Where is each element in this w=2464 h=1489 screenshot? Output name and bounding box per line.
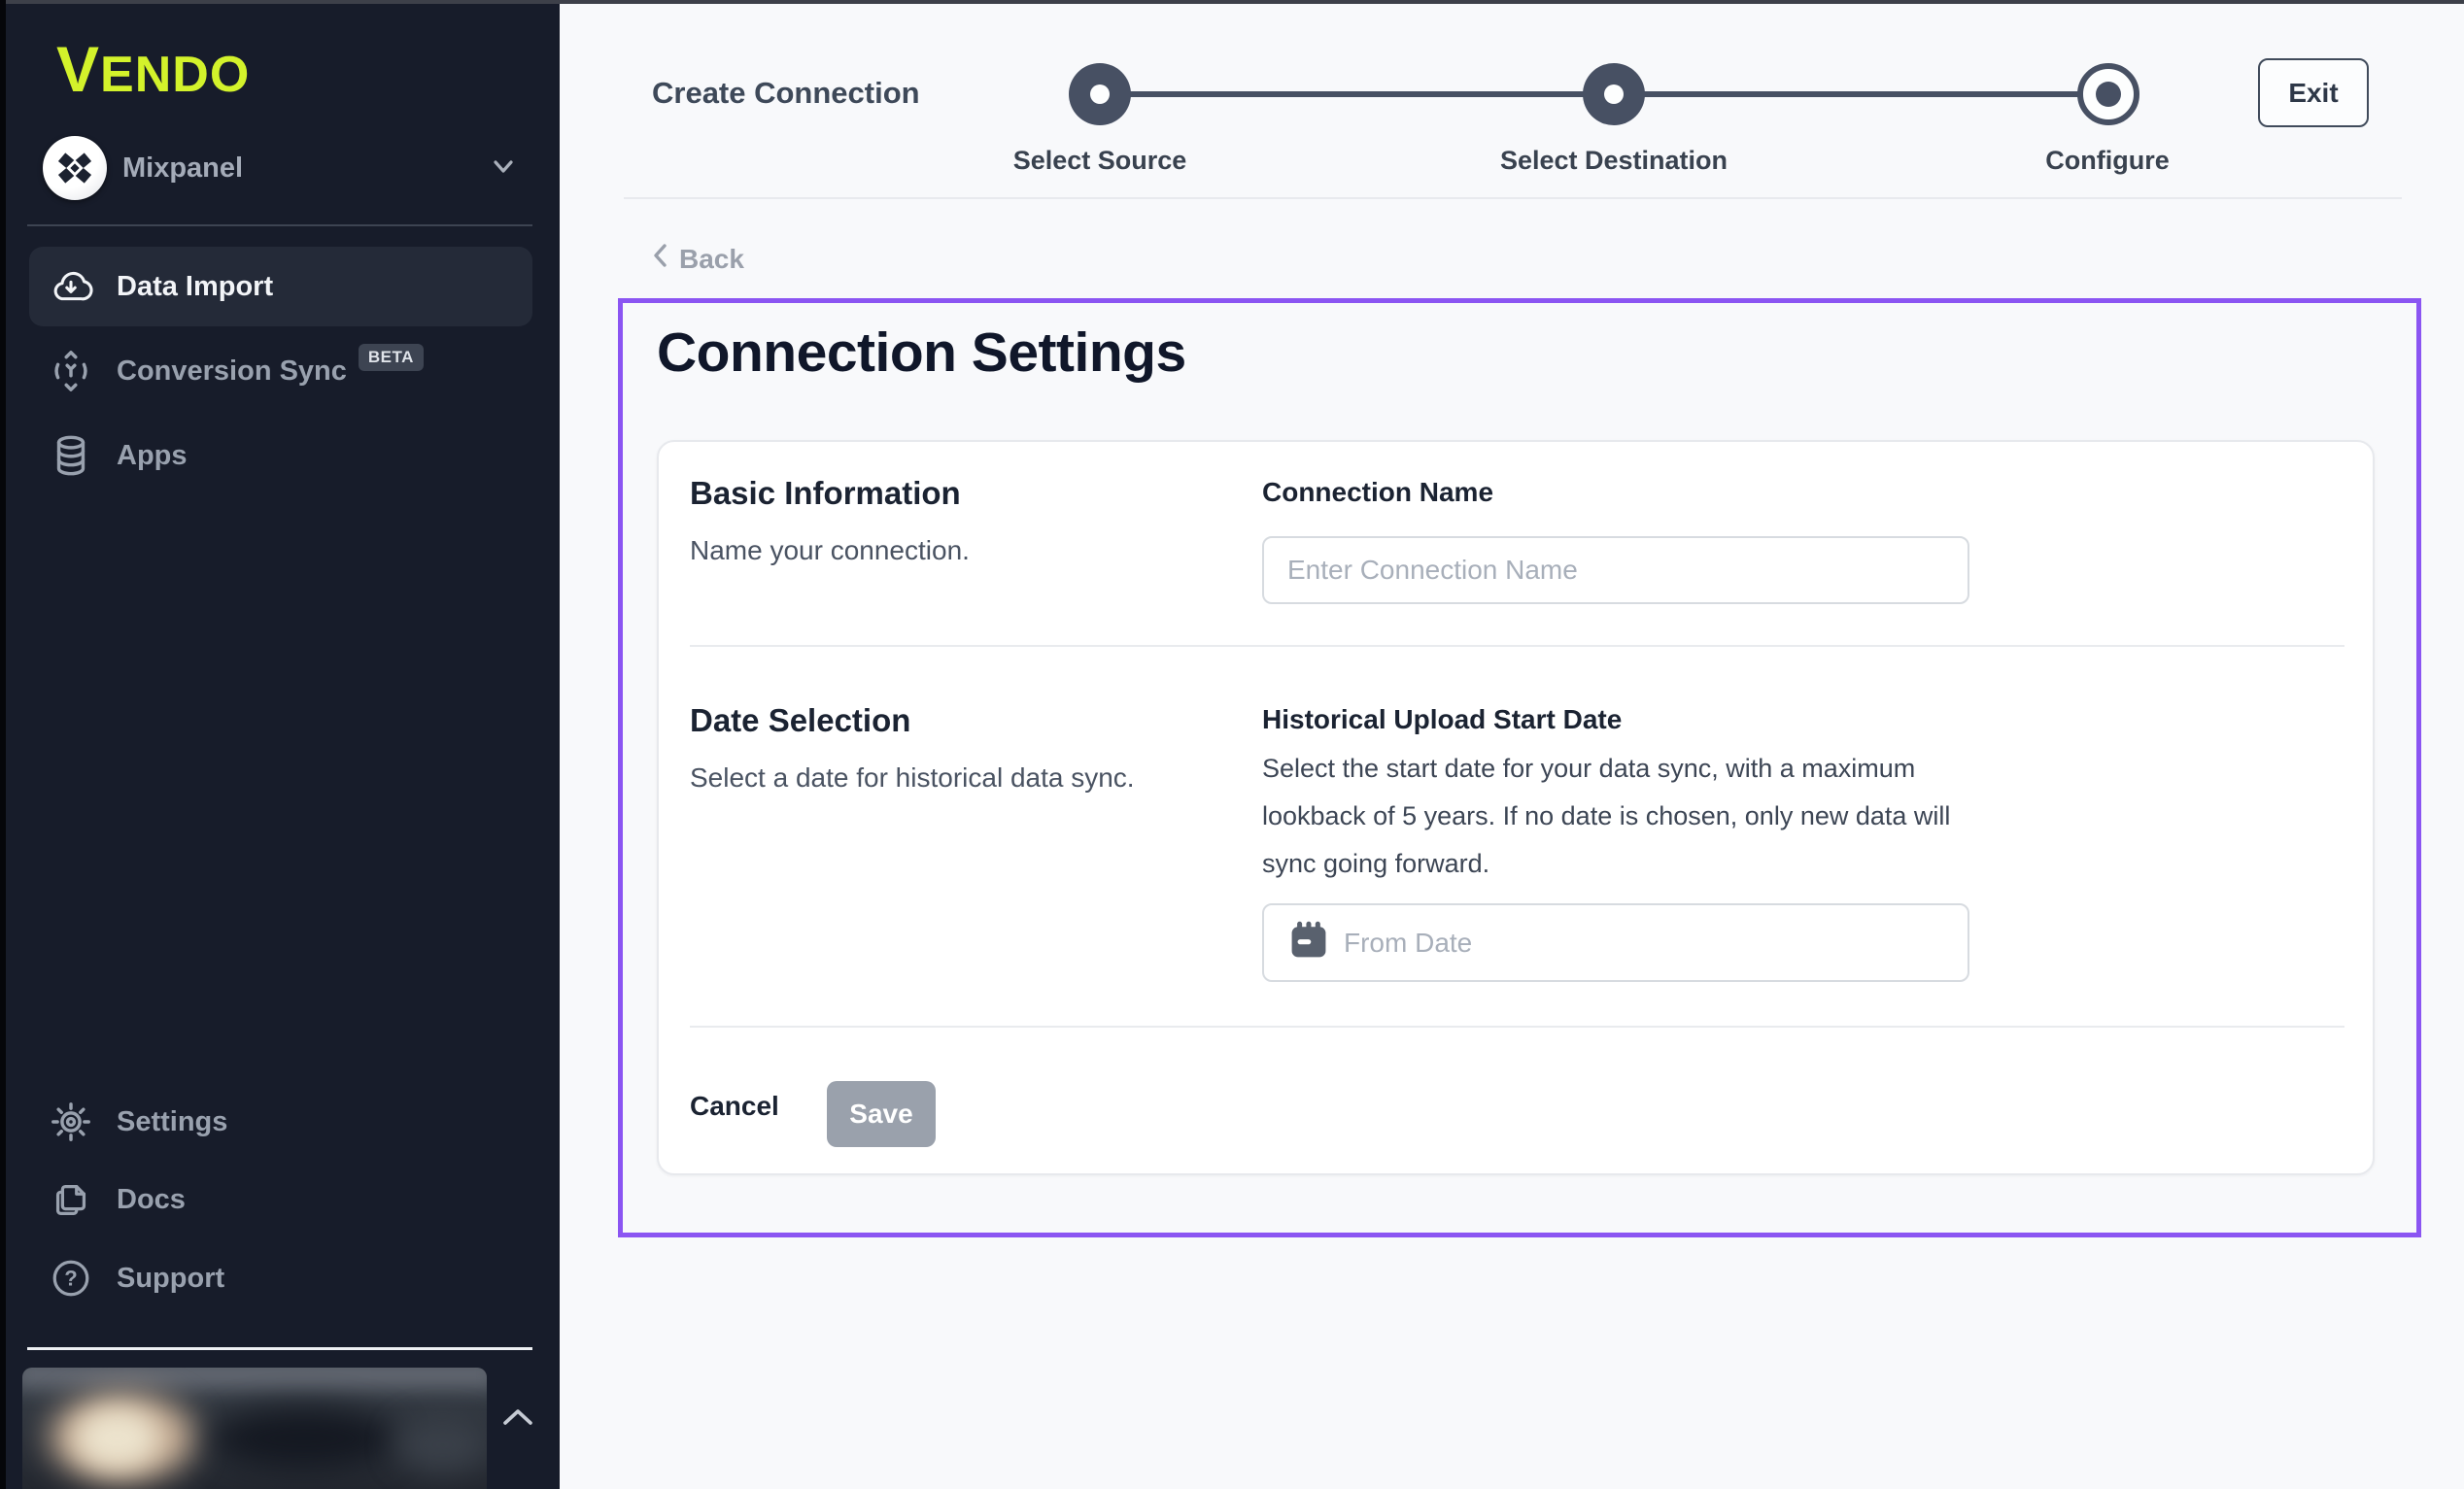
sidebar-item-label: Data Import [117,271,273,303]
save-button[interactable]: Save [827,1081,936,1147]
description-line: sync going forward. [1262,840,2059,888]
mixpanel-logo-avatar [43,136,107,200]
historical-upload-description: Select the start date for your data sync… [1262,745,2059,888]
sidebar-item-conversion-sync[interactable]: Conversion Sync BETA [29,331,532,411]
chevron-left-icon [650,241,671,277]
connection-name-input[interactable] [1262,536,1969,604]
window-left-edge [0,0,6,1489]
exit-button[interactable]: Exit [2258,58,2369,127]
date-selection-subheading: Select a date for historical data sync. [690,762,1135,794]
card-divider [690,645,2344,647]
step-dot-select-destination[interactable] [1583,63,1645,125]
main-content: Create Connection Select Source Select D… [560,0,2464,1489]
sidebar: VENDO Mixpanel [0,0,560,1489]
blurred-text [396,1418,487,1472]
date-selection-heading: Date Selection [690,702,910,739]
description-line: lookback of 5 years. If no date is chose… [1262,793,2059,840]
step-dot-configure[interactable] [2077,63,2139,125]
connection-settings-panel: Connection Settings Basic Information Na… [618,298,2421,1237]
sidebar-item-docs[interactable]: Docs [29,1160,532,1239]
app-window: VENDO Mixpanel [0,0,2464,1489]
back-link[interactable]: Back [650,241,744,277]
sidebar-item-support[interactable]: ? Support [29,1238,532,1318]
sidebar-divider [27,1347,532,1350]
panel-title: Connection Settings [657,321,1186,385]
header-divider [624,197,2402,199]
description-line: Select the start date for your data sync… [1262,745,2059,793]
back-label: Back [679,244,744,275]
sidebar-divider [27,224,532,226]
sidebar-item-apps[interactable]: Apps [29,416,532,495]
sidebar-item-label: Apps [117,440,188,472]
historical-upload-label: Historical Upload Start Date [1262,704,1622,735]
card-divider [690,1026,2344,1028]
page-title: Create Connection [652,76,920,111]
question-circle-icon: ? [49,1256,93,1301]
calendar-icon [1287,919,1330,966]
workspace-switcher[interactable]: Mixpanel [43,133,529,203]
from-date-field[interactable] [1262,903,1969,982]
sync-arrows-icon [49,349,93,393]
step-label-select-destination: Select Destination [1439,146,1789,176]
basic-info-heading: Basic Information [690,475,961,512]
chevron-down-icon [488,151,519,186]
sidebar-item-label: Support [117,1263,224,1295]
svg-text:?: ? [64,1267,77,1291]
workspace-name: Mixpanel [122,152,488,185]
cancel-button[interactable]: Cancel [690,1091,779,1122]
step-label-configure: Configure [1933,146,2282,176]
blurred-region [22,1368,487,1389]
from-date-input[interactable] [1344,928,1968,959]
beta-badge: BETA [359,344,424,371]
user-profile-blurred[interactable] [22,1368,487,1489]
step-label-select-source: Select Source [925,146,1275,176]
sidebar-item-label: Docs [117,1184,186,1216]
blurred-avatar [76,1408,158,1469]
sidebar-item-label: Conversion Sync [117,355,347,388]
step-dot-select-source[interactable] [1069,63,1131,125]
vendo-logo: VENDO [56,37,250,101]
basic-info-subheading: Name your connection. [690,535,970,566]
sidebar-item-label: Settings [117,1106,227,1138]
gear-icon [49,1100,93,1144]
settings-card: Basic Information Name your connection. … [657,440,2375,1175]
blurred-text [212,1408,396,1469]
sidebar-item-data-import[interactable]: Data Import [29,247,532,326]
cloud-download-icon [49,264,93,309]
docs-icon [49,1177,93,1222]
sidebar-item-settings[interactable]: Settings [29,1082,532,1162]
connection-name-label: Connection Name [1262,477,1493,508]
chevron-up-icon[interactable] [497,1404,538,1438]
window-top-edge [0,0,2464,4]
database-icon [49,433,93,478]
header: Create Connection Select Source Select D… [560,0,2464,199]
